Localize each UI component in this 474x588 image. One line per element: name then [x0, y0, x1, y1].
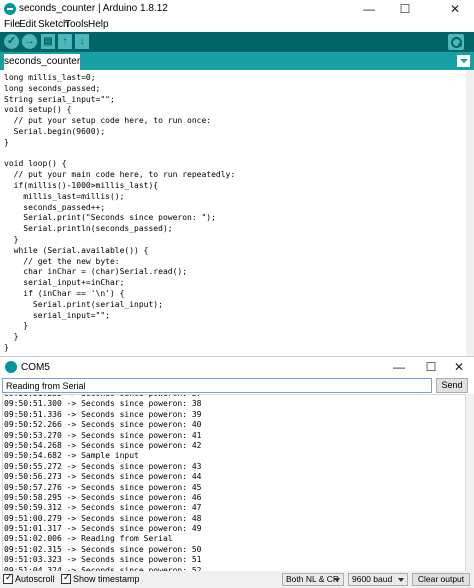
baud-rate-value: 9600 baud	[352, 574, 393, 584]
code-editor[interactable]: long millis_last=0; long seconds_passed; S…	[0, 70, 466, 356]
serial-output[interactable]: 09:50:51.285 -> Seconds since poweron: 3…	[2, 394, 466, 574]
tab-menu-dropdown-icon[interactable]	[457, 55, 470, 67]
line-ending-select[interactable]: Both NL & CR	[282, 573, 344, 586]
code-line: void setup() {	[4, 105, 72, 115]
serial-output-line: 09:50:58.295 -> Seconds since poweron: 4…	[4, 492, 202, 502]
show-timestamp-label: Show timestamp	[73, 574, 140, 584]
serial-output-line: 09:51:00.279 -> Seconds since poweron: 4…	[4, 513, 202, 523]
code-line: if (inChar == '\n') {	[4, 288, 125, 298]
code-line: char inChar = (char)Serial.read();	[4, 267, 188, 277]
serial-output-line: 09:50:56.273 -> Seconds since poweron: 4…	[4, 472, 202, 482]
close-button[interactable]: ✕	[440, 0, 470, 18]
show-timestamp-checkbox[interactable]	[61, 572, 71, 584]
save-down-arrow-icon: ↓	[79, 36, 85, 47]
code-line: }	[4, 342, 9, 352]
serial-output-line: 09:51:03.323 -> Seconds since poweron: 5…	[4, 555, 202, 565]
serial-output-line: 09:50:55.272 -> Seconds since poweron: 4…	[4, 461, 202, 471]
serial-output-line: 09:50:57.276 -> Seconds since poweron: 4…	[4, 482, 202, 492]
upload-button[interactable]: →	[22, 34, 37, 49]
menu-edit[interactable]: Edit	[19, 19, 36, 30]
serial-output-line: 09:51:02.006 -> Reading from Serial	[4, 534, 173, 544]
code-line: millis_last=millis();	[4, 191, 125, 201]
code-content[interactable]: long millis_last=0; long seconds_passed; S…	[4, 73, 235, 354]
ide-titlebar: seconds_counter | Arduino 1.8.12 — ☐ ✕	[0, 0, 474, 18]
serial-output-line: 09:50:54.268 -> Seconds since poweron: 4…	[4, 440, 202, 450]
code-line: Serial.print("Seconds since poweron: ");	[4, 213, 216, 223]
code-line: String serial_input="";	[4, 94, 115, 104]
code-line: }	[4, 137, 9, 147]
code-line: // put your setup code here, to run once…	[4, 116, 212, 126]
serial-output-line: 09:51:01.317 -> Seconds since poweron: 4…	[4, 524, 202, 534]
editor-scrollbar[interactable]	[466, 70, 474, 356]
monitor-minimize-button[interactable]: —	[386, 359, 412, 375]
tab-seconds-counter[interactable]: seconds_counter	[4, 54, 80, 70]
code-line: }	[4, 332, 19, 342]
code-line: // get the new byte:	[4, 256, 120, 266]
new-file-icon: ▤	[43, 36, 53, 47]
ide-window-title: seconds_counter | Arduino 1.8.12	[19, 3, 168, 14]
serial-send-input[interactable]	[2, 378, 432, 393]
minimize-button[interactable]: —	[354, 0, 384, 18]
serial-output-line: 09:50:51.300 -> Seconds since poweron: 3…	[4, 399, 202, 409]
code-line: Serial.println(seconds_passed);	[4, 224, 173, 234]
monitor-statusbar: Autoscroll Show timestamp Both NL & CR 9…	[0, 571, 474, 588]
serial-output-line: 09:51:02.315 -> Seconds since poweron: 5…	[4, 544, 202, 554]
serial-monitor-button[interactable]	[448, 34, 464, 50]
arduino-logo-icon	[5, 361, 17, 373]
arduino-logo-icon	[4, 3, 16, 15]
serial-monitor-window: COM5 — ☐ ✕ Send 09:50:51.285 -> Seconds …	[0, 356, 474, 588]
monitor-window-title: COM5	[21, 362, 50, 373]
code-line: seconds_passed++;	[4, 202, 106, 212]
code-line: serial_input="";	[4, 310, 110, 320]
code-line: Serial.print(serial_input);	[4, 299, 163, 309]
monitor-titlebar: COM5 — ☐ ✕	[0, 357, 474, 377]
send-row: Send	[0, 378, 474, 394]
code-line: void loop() {	[4, 159, 67, 169]
maximize-button[interactable]: ☐	[390, 0, 420, 18]
new-button[interactable]: ▤	[41, 34, 55, 49]
serial-output-line: 09:50:53.270 -> Seconds since poweron: 4…	[4, 430, 202, 440]
code-line: while (Serial.available()) {	[4, 245, 149, 255]
serial-output-line: 09:50:52.266 -> Seconds since poweron: 4…	[4, 420, 202, 430]
clear-output-button[interactable]: Clear output	[412, 573, 470, 586]
chevron-down-icon	[398, 578, 404, 582]
code-line: long millis_last=0;	[4, 73, 96, 82]
autoscroll-checkbox[interactable]	[3, 572, 13, 584]
code-line: // put your main code here, to run repea…	[4, 170, 236, 180]
code-line: }	[4, 321, 29, 331]
code-line: serial_input+=inChar;	[4, 278, 125, 288]
open-button[interactable]: ↑	[58, 34, 72, 49]
code-line: long seconds_passed;	[4, 83, 101, 93]
monitor-close-button[interactable]: ✕	[446, 359, 472, 375]
open-up-arrow-icon: ↑	[62, 36, 68, 47]
line-ending-value: Both NL & CR	[286, 574, 340, 584]
arrow-right-icon: →	[24, 35, 35, 47]
code-line: if(millis()-1000>millis_last){	[4, 180, 159, 190]
menu-sketch[interactable]: Sketch	[38, 19, 69, 30]
arduino-ide-window: seconds_counter | Arduino 1.8.12 — ☐ ✕ F…	[0, 0, 474, 356]
serial-output-line: 09:50:54.682 -> Sample input	[4, 451, 139, 461]
menubar: File Edit Sketch Tools Help	[0, 18, 474, 32]
serial-output-lines: 09:50:51.285 -> Seconds since poweron: 3…	[4, 395, 202, 573]
serial-output-line: 09:50:59.312 -> Seconds since poweron: 4…	[4, 503, 202, 513]
checkmark-icon: ✓	[6, 35, 17, 47]
autoscroll-label: Autoscroll	[15, 574, 55, 584]
code-line: Serial.begin(9600);	[4, 126, 106, 136]
tab-bar: seconds_counter	[0, 52, 474, 70]
serial-output-line: 09:50:51.336 -> Seconds since poweron: 3…	[4, 409, 202, 419]
output-scrollbar[interactable]	[466, 394, 474, 574]
monitor-maximize-button[interactable]: ☐	[418, 359, 444, 375]
chevron-down-icon	[334, 578, 340, 582]
baud-rate-select[interactable]: 9600 baud	[348, 573, 408, 586]
menu-file[interactable]: File	[4, 19, 20, 30]
menu-tools[interactable]: Tools	[65, 19, 88, 30]
save-button[interactable]: ↓	[75, 34, 89, 49]
send-button[interactable]: Send	[436, 378, 468, 393]
verify-button[interactable]: ✓	[4, 34, 19, 49]
code-line: }	[4, 234, 19, 244]
toolbar: ✓ → ▤ ↑ ↓	[0, 32, 474, 52]
menu-help[interactable]: Help	[88, 19, 109, 30]
